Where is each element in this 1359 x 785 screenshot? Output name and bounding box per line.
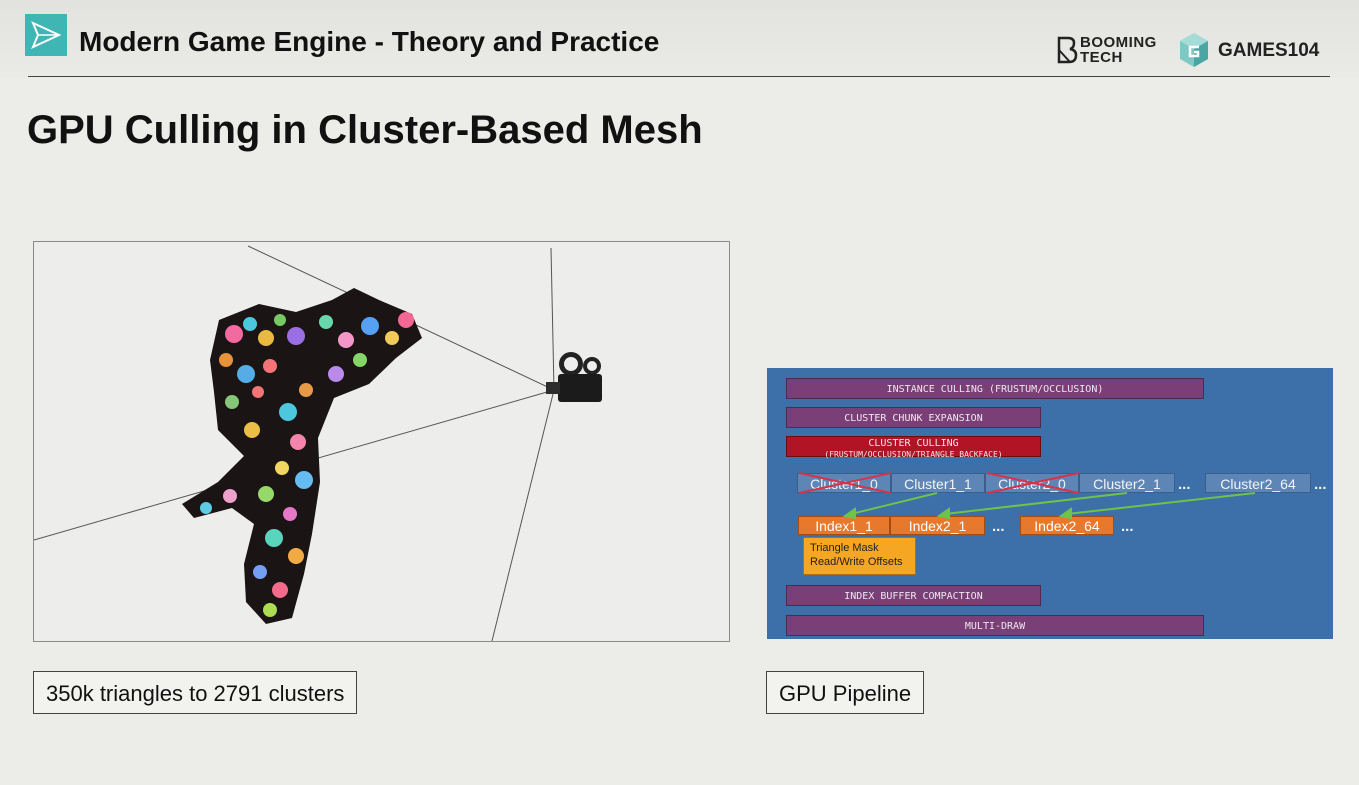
tech-text: TECH — [1080, 49, 1123, 66]
green-arrows — [842, 492, 1256, 520]
cluster-mesh-shape — [182, 288, 422, 624]
games104-text: GAMES104 — [1218, 40, 1320, 61]
slide-title: GPU Culling in Cluster-Based Mesh — [27, 108, 703, 152]
triangle-mask-line1: Triangle Mask — [810, 542, 879, 554]
games104-logo: GAMES104 — [1178, 32, 1330, 68]
booming-b-icon — [1057, 36, 1078, 64]
camera-icon — [546, 352, 602, 402]
stage-index-buffer-compaction: INDEX BUFFER COMPACTION — [786, 585, 1041, 606]
games104-cube-icon — [1180, 33, 1208, 67]
triangle-mask-box: Triangle Mask Read/Write Offsets — [803, 537, 916, 575]
culled-cross-marks — [798, 472, 1080, 494]
cluster-mesh-view — [33, 241, 730, 642]
header-divider — [28, 76, 1330, 77]
course-title: Modern Game Engine - Theory and Practice — [79, 26, 660, 57]
stage-multi-draw: MULTI-DRAW — [786, 615, 1204, 636]
mesh-caption: 350k triangles to 2791 clusters — [33, 671, 358, 714]
triangle-mask-line2: Read/Write Offsets — [810, 556, 903, 568]
games104-slide-logo-icon — [25, 14, 67, 56]
pipeline-caption: GPU Pipeline — [766, 671, 925, 714]
booming-tech-logo: BOOMING TECH — [1056, 34, 1166, 68]
